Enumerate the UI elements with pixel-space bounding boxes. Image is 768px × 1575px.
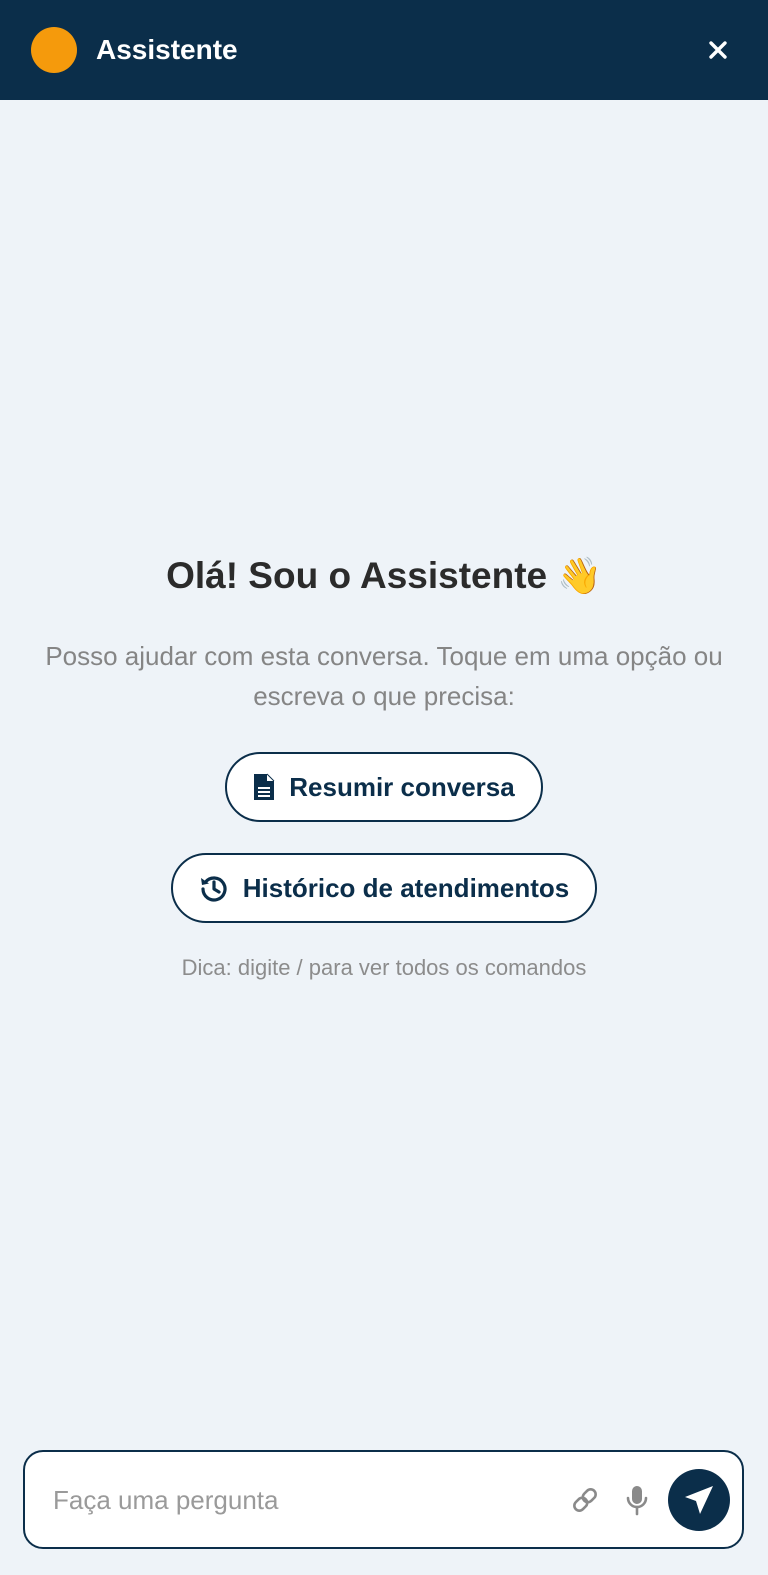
app-header: Assistente [0,0,768,100]
send-icon [685,1486,713,1514]
summarize-conversation-label: Resumir conversa [289,771,515,802]
welcome-panel: Olá! Sou o Assistente 👋 Posso ajudar com… [0,548,768,983]
microphone-icon [626,1486,648,1516]
link-icon [573,1488,597,1512]
waving-hand-emoji: 👋 [557,555,602,596]
send-button[interactable] [668,1469,730,1531]
close-button[interactable] [698,30,738,70]
document-icon [254,773,275,800]
commands-tip: Dica: digite / para ver todos os comando… [181,955,587,980]
welcome-heading: Olá! Sou o Assistente 👋 [166,548,602,604]
service-history-button[interactable]: Histórico de atendimentos [171,853,597,923]
attach-button[interactable] [563,1478,607,1522]
close-icon [709,41,727,59]
message-composer [23,1450,744,1549]
welcome-intro: Posso ajudar com esta conversa. Toque em… [45,641,723,711]
history-icon [200,876,227,902]
summarize-conversation-button[interactable]: Resumir conversa [225,752,543,822]
assistant-avatar [31,27,77,73]
header-title: Assistente [96,34,238,65]
service-history-label: Histórico de atendimentos [242,872,570,903]
question-input[interactable] [53,1474,533,1526]
microphone-button[interactable] [615,1478,659,1522]
welcome-heading-text: Olá! Sou o Assistente [166,555,548,596]
